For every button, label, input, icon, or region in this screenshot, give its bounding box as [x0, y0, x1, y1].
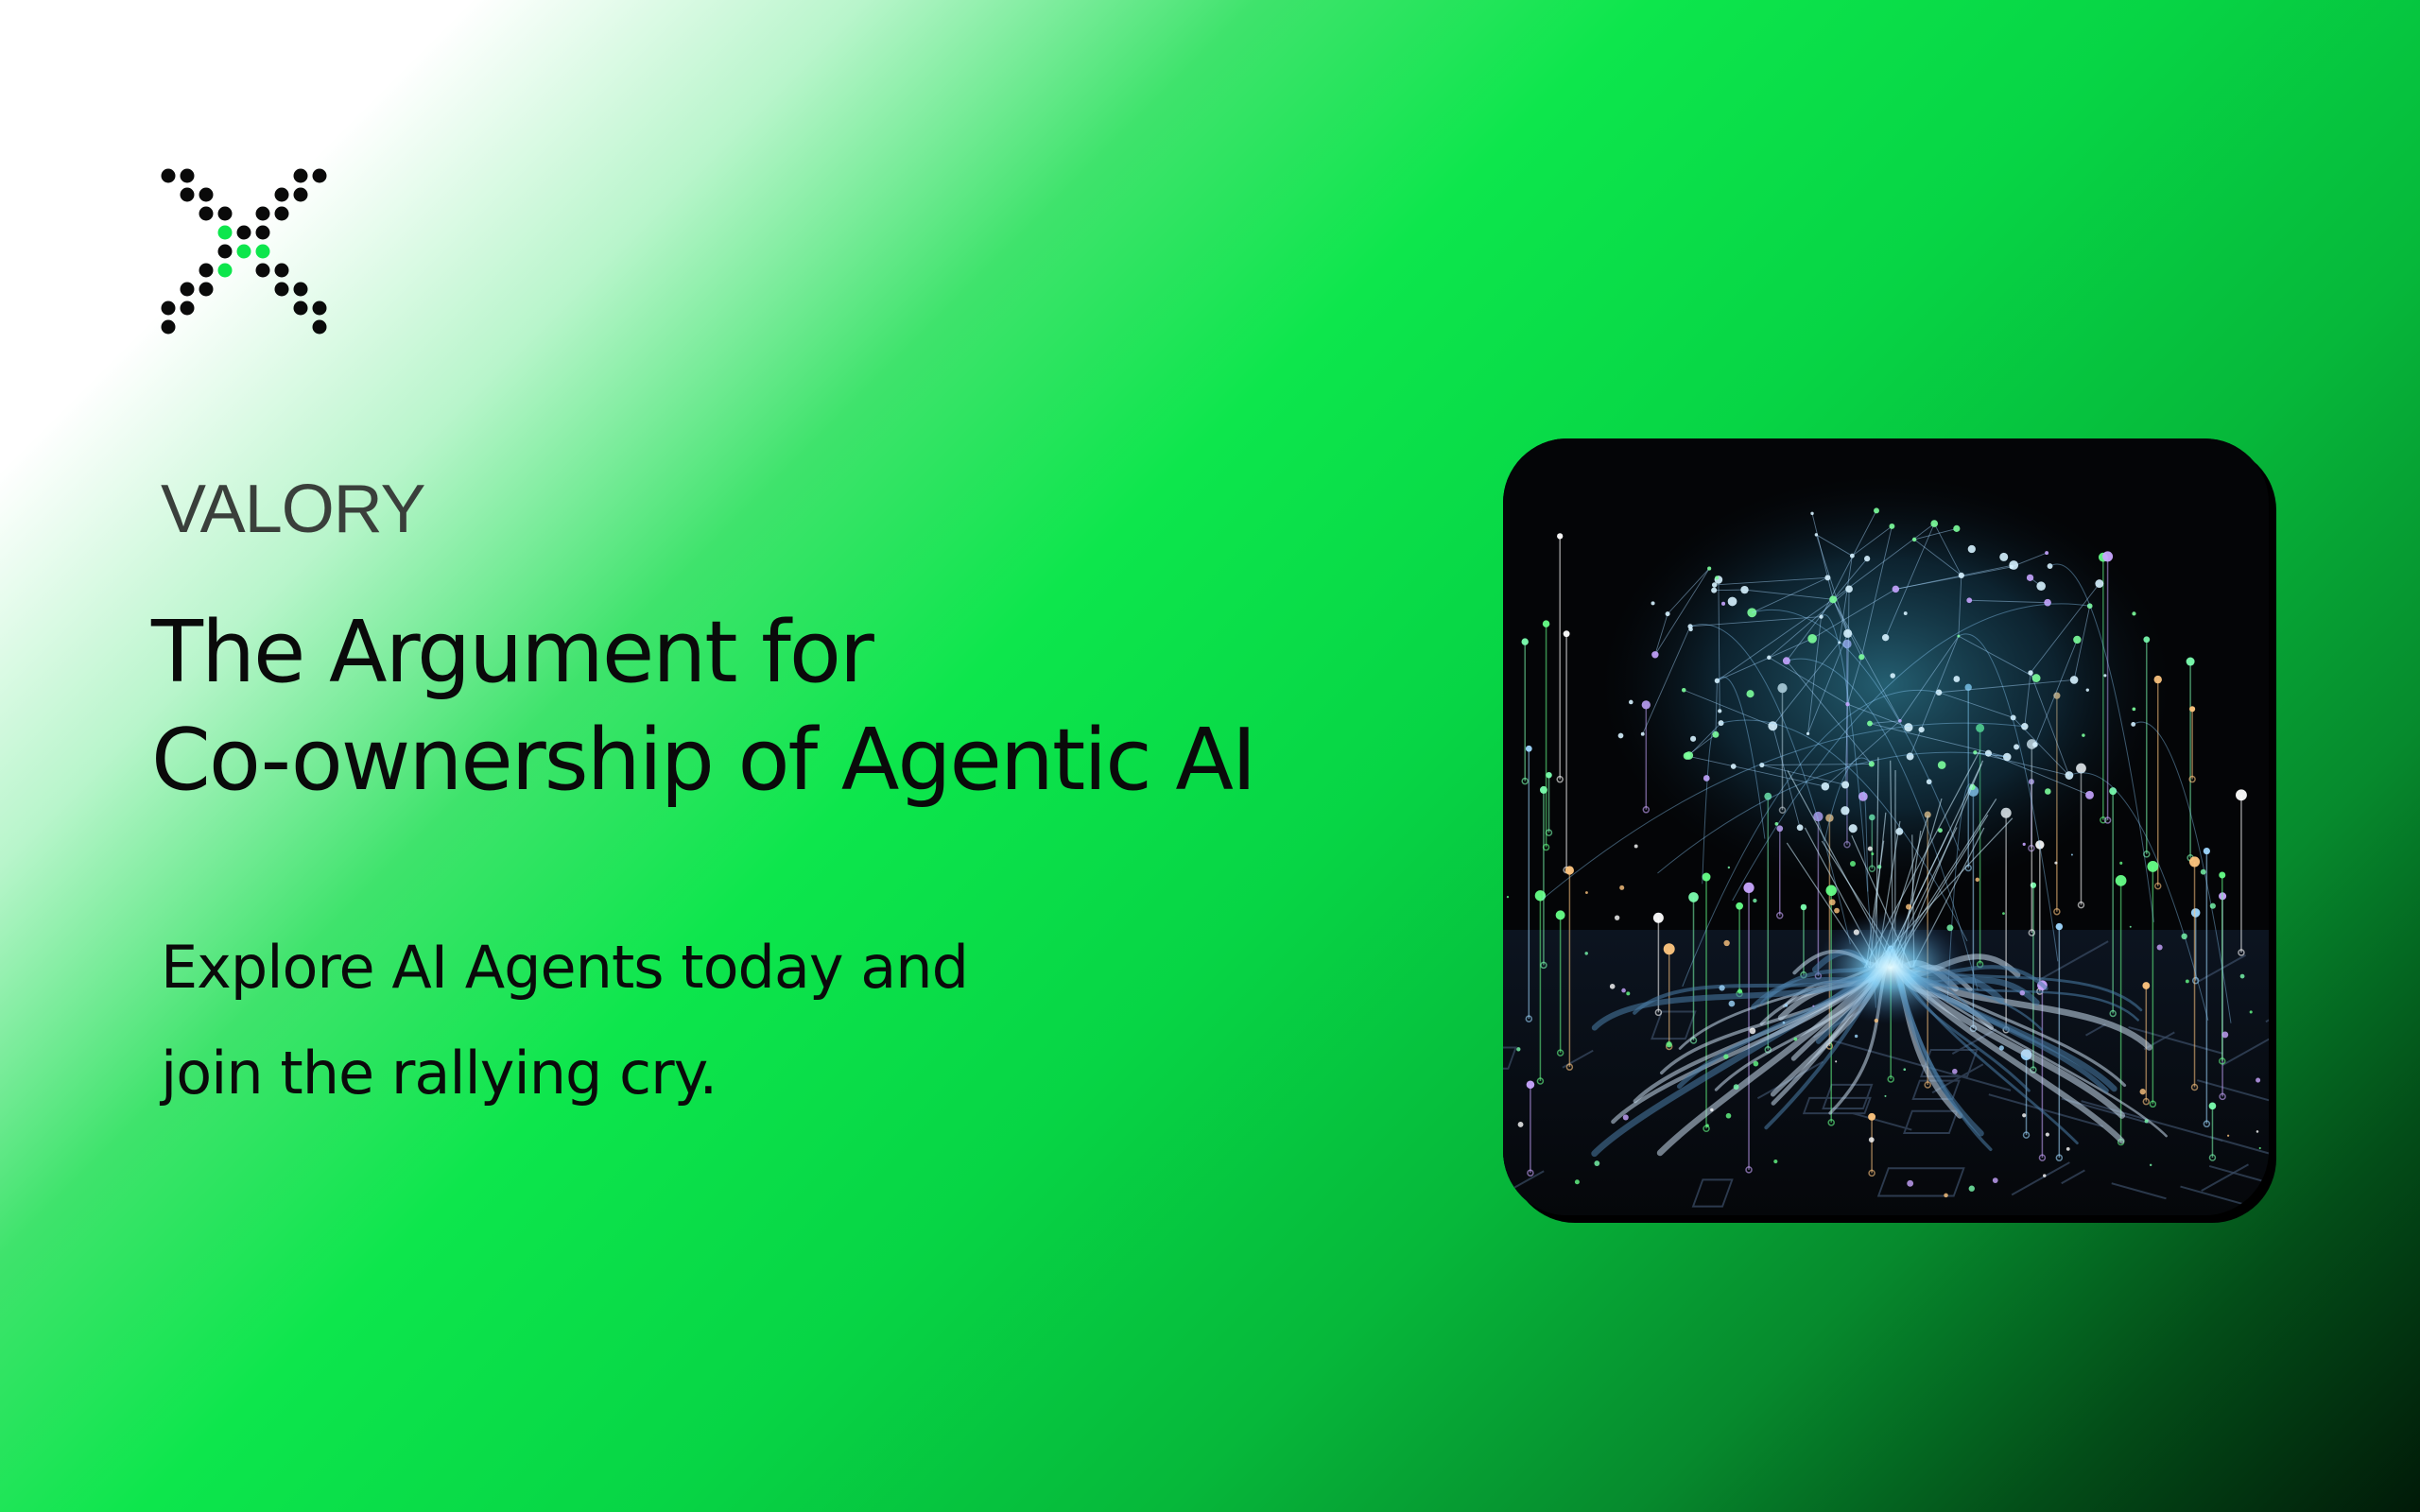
- subtitle-line-1: Explore AI Agents today and: [161, 933, 969, 1002]
- page-title: The Argument for Co-ownership of Agentic…: [151, 599, 1494, 815]
- dotted-x-logo-icon: [159, 166, 329, 336]
- neural-network-illustration: [1503, 438, 2269, 1215]
- brand-name: VALORY: [161, 472, 425, 547]
- subtitle: Explore AI Agents today and join the ral…: [161, 915, 1201, 1126]
- headline-line-2: Co-ownership of Agentic AI: [151, 711, 1256, 810]
- subtitle-line-2: join the rallying cry.: [161, 1039, 717, 1108]
- promo-banner: VALORY The Argument for Co-ownership of …: [0, 0, 2420, 1512]
- headline-line-1: The Argument for: [151, 603, 874, 702]
